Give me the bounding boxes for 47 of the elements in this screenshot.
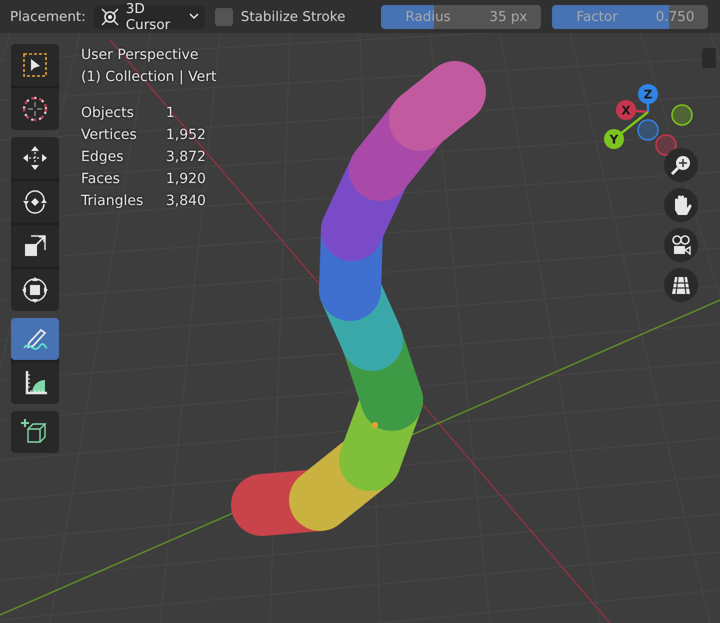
select-box-tool[interactable] (11, 44, 59, 86)
placement-label: Placement: (10, 8, 86, 24)
ortho-button[interactable] (664, 268, 698, 302)
transform-tool[interactable] (11, 269, 59, 311)
annotate-tool[interactable] (11, 318, 59, 360)
stat-value: 1,920 (166, 170, 207, 189)
pivot-icon (100, 6, 120, 26)
view-name: User Perspective (81, 46, 200, 65)
axis-label: Y (610, 132, 618, 146)
move-icon (21, 144, 49, 172)
negative-axis-ball[interactable] (637, 119, 659, 141)
placement-dropdown[interactable]: 3D Cursor (94, 4, 205, 28)
axis-ball[interactable] (638, 84, 658, 104)
axis-ball[interactable] (616, 100, 636, 120)
axis-ball[interactable] (604, 129, 624, 149)
stabilize-checkbox[interactable] (214, 8, 233, 26)
axis-label: Z (644, 88, 652, 102)
select-box-icon (21, 51, 49, 79)
negative-axis-ball[interactable] (671, 104, 693, 126)
transform-icon (21, 276, 49, 304)
axis-label: X (621, 104, 631, 118)
stat-value: 3,872 (166, 148, 207, 167)
cursor-icon (21, 95, 49, 123)
stat-label: Vertices (81, 126, 138, 145)
stat-value: 1,952 (166, 126, 207, 145)
add-cube-tool[interactable] (11, 411, 59, 453)
rotate-tool[interactable] (11, 181, 59, 223)
stat-label: Objects (81, 104, 135, 123)
camera-icon (670, 234, 692, 256)
collection-name: (1) Collection | Vert (81, 68, 216, 87)
stat-label: Triangles (81, 192, 144, 211)
grid-icon (670, 274, 692, 296)
stat-label: Edges (81, 148, 125, 167)
stat-value: 3,840 (166, 192, 207, 211)
rotate-icon (21, 188, 49, 216)
zoom-icon (670, 154, 692, 176)
measure-tool[interactable] (11, 362, 59, 404)
stabilize-label: Stabilize Stroke (240, 8, 346, 24)
scale-tool[interactable] (11, 225, 59, 267)
stat-label: Faces (81, 170, 121, 189)
chevron-icon (188, 13, 199, 20)
zoom-button[interactable] (664, 148, 698, 182)
pan-button[interactable] (664, 188, 698, 222)
camera-button[interactable] (664, 228, 698, 262)
move-tool[interactable] (11, 137, 59, 179)
cursor-tool[interactable] (11, 88, 59, 130)
stat-value: 1 (166, 104, 176, 123)
